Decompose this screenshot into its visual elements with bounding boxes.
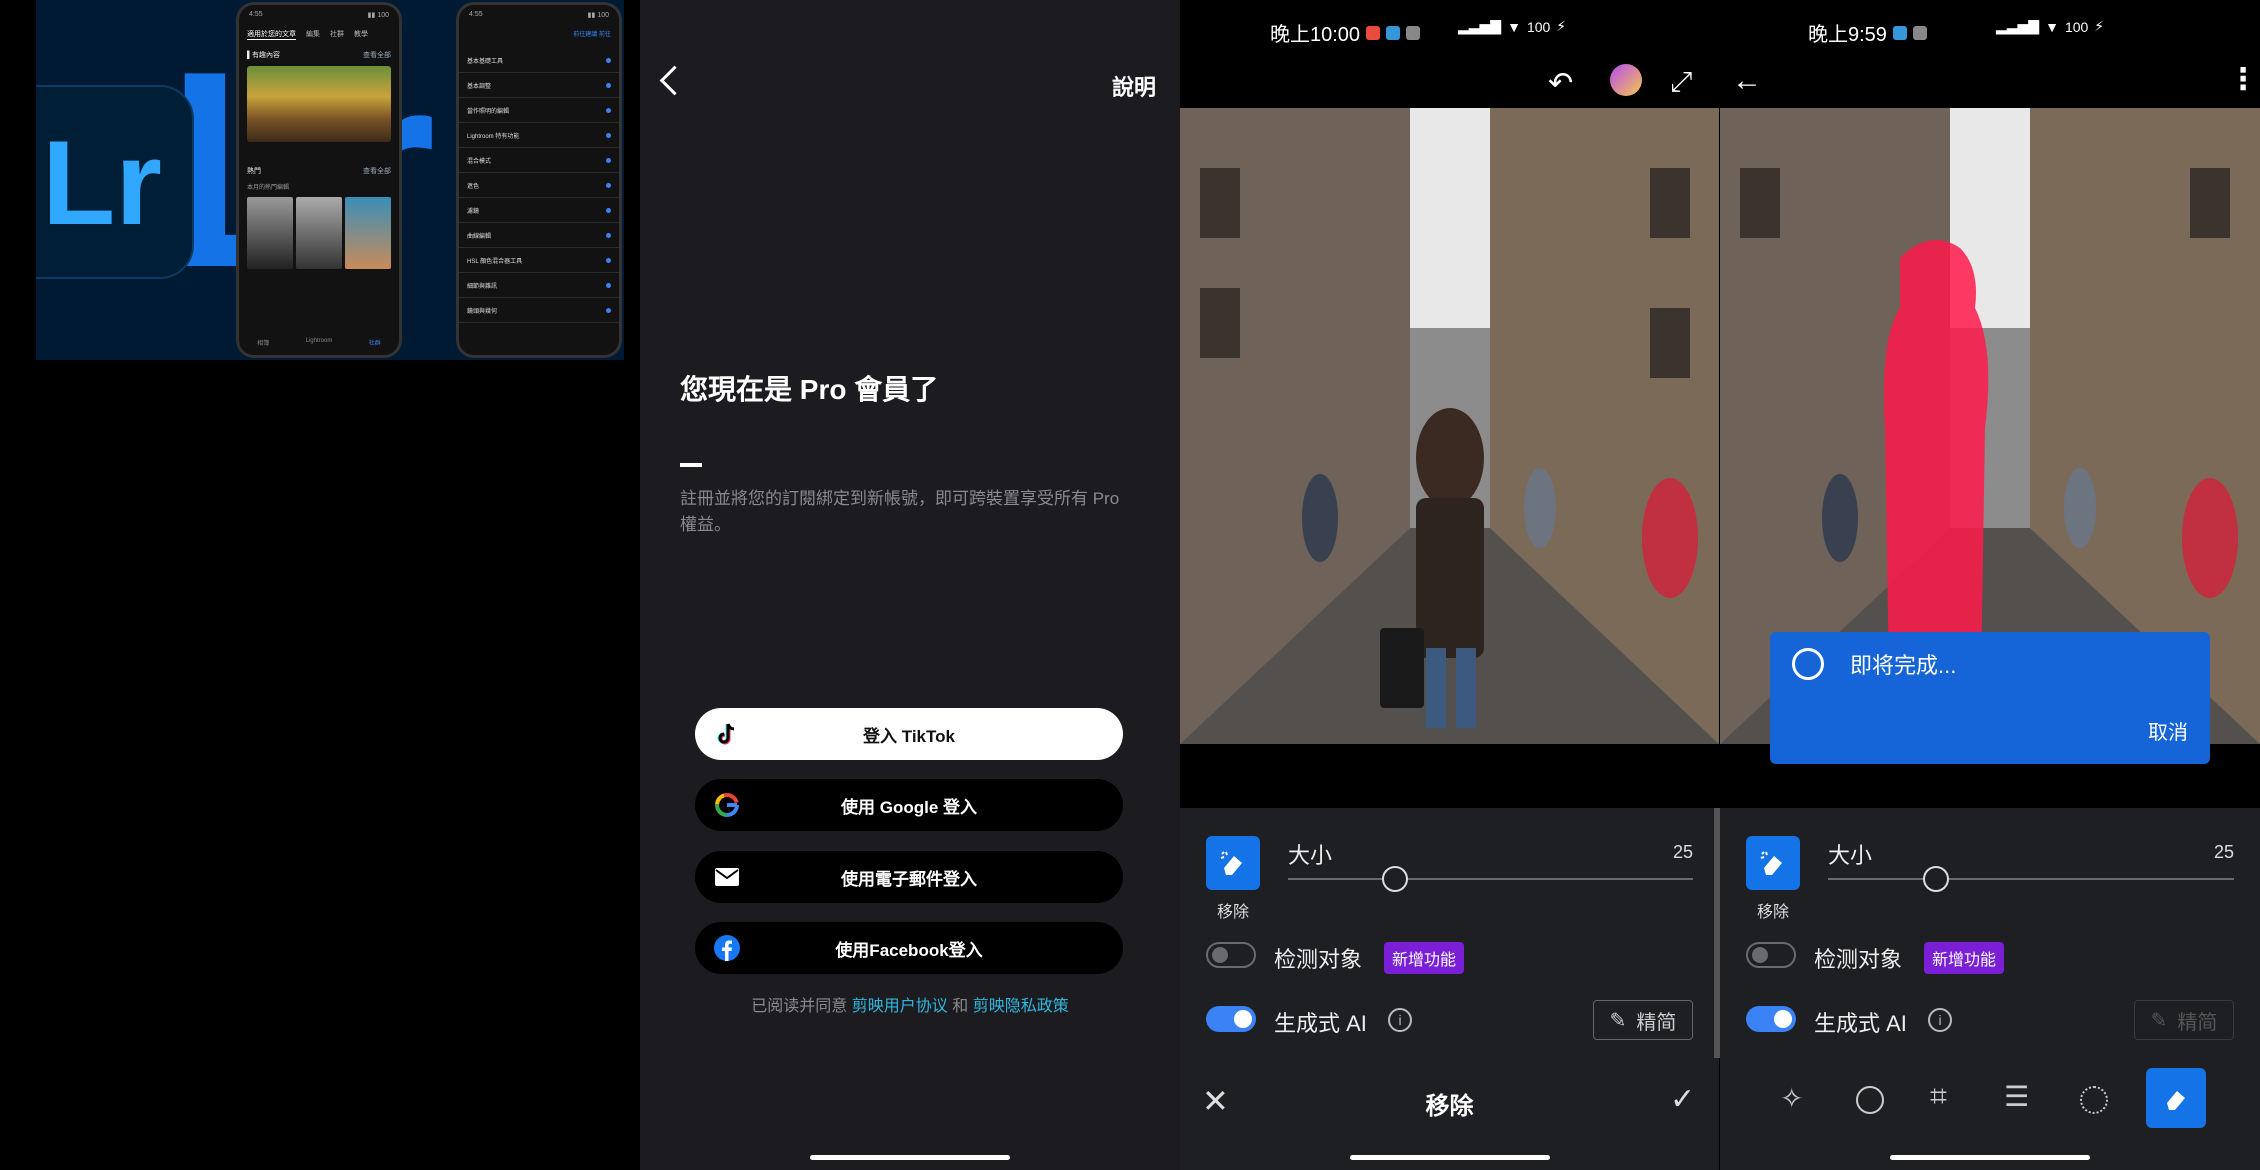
eraser-icon[interactable] bbox=[2146, 1068, 2206, 1128]
phone-status-time: 4:55 bbox=[249, 11, 263, 18]
new-feature-badge: 新增功能 bbox=[1384, 942, 1465, 974]
phone-bottom-nav: 相簿 Lightroom 社群 bbox=[257, 338, 381, 347]
crop-icon[interactable]: ⌗ bbox=[1930, 1080, 1947, 1114]
detect-object-label: 检测对象 bbox=[1274, 947, 1363, 972]
cancel-button[interactable]: 取消 bbox=[2148, 716, 2188, 745]
status-icons: ▂▃▅▇ ▼ 100 ⚡ bbox=[1996, 18, 2105, 35]
size-value: 25 bbox=[2213, 842, 2234, 862]
lightroom-promo-banner: Lr Lr 4:55▮▮ 100 適用於您的文章 編集 社群 教學 ▌有趣內容查… bbox=[36, 0, 624, 360]
eraser-badge-icon[interactable] bbox=[1610, 64, 1642, 96]
generative-ai-toggle[interactable] bbox=[1746, 1006, 1796, 1032]
more-options-icon[interactable]: ⋮ bbox=[2228, 62, 2258, 97]
user-agreement-link[interactable]: 剪映用户协议 bbox=[852, 998, 948, 1015]
spinner-icon bbox=[1792, 648, 1824, 680]
phone-mockup-home: 4:55 ▮▮ 100 適用於您的文章 編集 社群 教學 ▌有趣內容 查看全部 熱門… bbox=[236, 2, 402, 358]
status-bar: 晚上9:59 bbox=[1808, 18, 1927, 47]
status-icons: ▂▃▅▇ ▼ 100 ⚡ bbox=[1458, 18, 1567, 35]
mail-icon bbox=[713, 863, 741, 891]
detect-object-toggle[interactable] bbox=[1206, 942, 1256, 968]
undo-icon[interactable]: ↶ bbox=[1548, 66, 1573, 101]
page-description: 註冊並將您的訂閱綁定到新帳號，即可跨裝置享受所有 Pro 權益。 bbox=[680, 489, 1120, 534]
divider-dash bbox=[680, 463, 702, 467]
editor-remove-screen: 晚上10:00 ▂▃▅▇ ▼ 100 ⚡ ↶ ⤢ 移除 大小 25 检测对象 新… bbox=[1180, 0, 1719, 1170]
refine-button[interactable]: ✎ 精简 bbox=[2134, 1000, 2234, 1040]
email-login-button[interactable]: 使用電子郵件登入 bbox=[695, 851, 1123, 903]
size-value: 25 bbox=[1672, 842, 1693, 862]
privacy-policy-link[interactable]: 剪映隐私政策 bbox=[973, 998, 1069, 1015]
status-bar: 晚上10:00 bbox=[1270, 18, 1421, 47]
masking-icon[interactable] bbox=[1856, 1086, 1884, 1114]
home-indicator[interactable] bbox=[1350, 1155, 1550, 1160]
google-login-button[interactable]: 使用 Google 登入 bbox=[695, 779, 1123, 831]
google-icon bbox=[713, 791, 741, 819]
bottom-title: 移除 bbox=[1425, 1093, 1474, 1120]
magic-wand-icon[interactable]: ✧ bbox=[1780, 1082, 1803, 1115]
adjust-icon[interactable]: ☰ bbox=[2004, 1080, 2029, 1113]
size-slider[interactable] bbox=[1288, 866, 1693, 892]
phone-mockup-settings: 4:55 ▮▮ 100 前往建議 前往 基本基礎工具 基本調整 當作照明的編輯 L… bbox=[456, 2, 622, 358]
phone-tabs: 適用於您的文章 編集 社群 教學 bbox=[247, 31, 368, 40]
progress-text: 即将完成... bbox=[1850, 653, 1957, 678]
home-indicator[interactable] bbox=[1890, 1155, 2090, 1160]
lightroom-logo: Lr bbox=[36, 85, 194, 279]
tiktok-icon bbox=[713, 720, 741, 748]
back-arrow-icon[interactable]: ← bbox=[1732, 64, 1762, 98]
progress-dialog: 即将完成... 取消 bbox=[1770, 632, 2210, 764]
tiktok-login-button[interactable]: 登入 TikTok bbox=[695, 708, 1123, 760]
facebook-icon bbox=[713, 934, 741, 962]
pencil-icon: ✎ bbox=[1609, 1009, 1627, 1032]
fullscreen-icon[interactable]: ⤢ bbox=[1670, 66, 1692, 99]
generative-ai-toggle[interactable] bbox=[1206, 1006, 1256, 1032]
bottom-action-bar: ✕ 移除 ✓ bbox=[1180, 1062, 1719, 1170]
eraser-tool-icon[interactable] bbox=[1206, 836, 1260, 890]
confirm-check-icon[interactable]: ✓ bbox=[1670, 1082, 1695, 1117]
remove-controls-panel: 移除 大小 25 检测对象 新增功能 生成式 AI i ✎ 精简 bbox=[1720, 808, 2260, 1062]
info-icon[interactable]: i bbox=[1928, 1008, 1952, 1032]
terms-text: 已阅读并同意 剪映用户协议 和 剪映隐私政策 bbox=[751, 998, 1069, 1015]
home-indicator[interactable] bbox=[810, 1155, 1010, 1160]
eraser-tool-icon[interactable] bbox=[1746, 836, 1800, 890]
pencil-icon: ✎ bbox=[2150, 1009, 2168, 1032]
size-label: 大小 bbox=[1828, 843, 1873, 868]
tool-label: 移除 bbox=[1756, 904, 1789, 921]
back-chevron-icon[interactable] bbox=[659, 65, 690, 96]
phone-featured-photo bbox=[247, 66, 391, 142]
size-slider-knob[interactable] bbox=[1922, 866, 1949, 892]
generative-ai-label: 生成式 AI bbox=[1274, 1011, 1367, 1036]
detect-object-label: 检测对象 bbox=[1814, 947, 1903, 972]
facebook-login-button[interactable]: 使用Facebook登入 bbox=[695, 922, 1123, 974]
editor-processing-screen: 晚上9:59 ▂▃▅▇ ▼ 100 ⚡ ← ⋮ 即将完成... 取消 移除 大小… bbox=[1720, 0, 2260, 1170]
phone-photo-grid bbox=[247, 197, 391, 269]
info-icon[interactable]: i bbox=[1388, 1008, 1412, 1032]
tool-label: 移除 bbox=[1216, 904, 1249, 921]
page-title: 您現在是 Pro 會員了 bbox=[680, 374, 939, 405]
pro-member-screen: 說明 您現在是 Pro 會員了 註冊並將您的訂閱綁定到新帳號，即可跨裝置享受所有… bbox=[640, 0, 1180, 1170]
size-label: 大小 bbox=[1288, 843, 1333, 868]
photo-canvas[interactable] bbox=[1180, 108, 1719, 744]
new-feature-badge: 新增功能 bbox=[1924, 942, 2005, 974]
refine-button[interactable]: ✎ 精简 bbox=[1593, 1000, 1693, 1040]
remove-controls-panel: 移除 大小 25 检测对象 新增功能 生成式 AI i ✎ 精简 bbox=[1180, 808, 1719, 1062]
detect-object-toggle[interactable] bbox=[1746, 942, 1796, 968]
size-slider[interactable] bbox=[1828, 866, 2234, 892]
edit-toolbar: ✧ ⌗ ☰ bbox=[1720, 1062, 2260, 1170]
help-link[interactable]: 說明 bbox=[1112, 70, 1156, 102]
size-slider-knob[interactable] bbox=[1382, 866, 1409, 892]
vignette-icon[interactable] bbox=[2080, 1086, 2108, 1114]
generative-ai-label: 生成式 AI bbox=[1814, 1011, 1907, 1036]
